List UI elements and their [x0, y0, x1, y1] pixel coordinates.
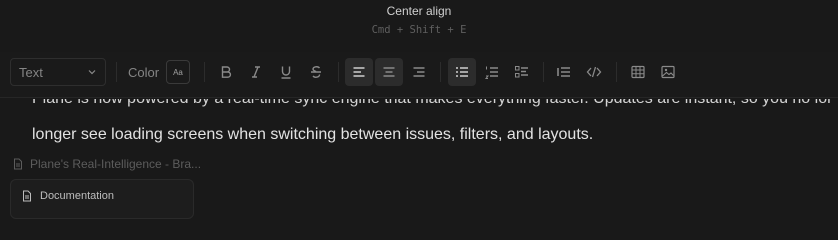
quote-icon	[557, 67, 570, 77]
color-swatch-glyph: Aa	[173, 67, 183, 77]
numbered-list-button[interactable]	[478, 58, 506, 86]
embed-link[interactable]: Plane's Real-Intelligence - Bra...	[12, 157, 201, 171]
align-center-button[interactable]	[375, 58, 403, 86]
chevron-down-icon	[88, 70, 96, 75]
todo-list-icon	[515, 66, 528, 78]
code-icon	[586, 66, 602, 78]
toolbar-divider	[543, 62, 544, 82]
editor-toolbar: Text Color Aa	[0, 52, 838, 98]
center-align-tooltip: Center align Cmd + Shift + E	[0, 0, 838, 48]
tooltip-shortcut: Cmd + Shift + E	[371, 24, 467, 36]
color-label: Color	[128, 65, 160, 80]
bulleted-list-icon	[456, 67, 468, 77]
underline-button[interactable]	[272, 58, 300, 86]
text-style-label: Text	[19, 64, 43, 80]
body-paragraph: longer see loading screens when switchin…	[32, 126, 594, 143]
document-icon	[23, 190, 31, 202]
table-icon	[631, 65, 645, 79]
underline-icon	[281, 66, 291, 79]
clipped-text: Plane is now powered by a real-time sync…	[32, 99, 832, 108]
todo-list-button[interactable]	[508, 58, 536, 86]
numbered-list-icon	[484, 66, 498, 79]
toolbar-divider	[338, 62, 339, 82]
toolbar-divider	[116, 62, 117, 82]
align-right-icon	[413, 67, 425, 77]
documentation-card[interactable]: Documentation	[10, 179, 194, 219]
documentation-label: Documentation	[40, 190, 114, 202]
clipped-text-line: Plane is now powered by a real-time sync…	[32, 99, 832, 109]
italic-icon	[252, 66, 260, 78]
table-button[interactable]	[624, 58, 652, 86]
toolbar-divider	[616, 62, 617, 82]
editor-root: Center align Cmd + Shift + E Text Color …	[0, 0, 838, 219]
toolbar-divider	[204, 62, 205, 82]
strikethrough-button[interactable]	[302, 58, 330, 86]
image-button[interactable]	[654, 58, 682, 86]
text-style-dropdown[interactable]: Text	[10, 58, 106, 86]
tooltip-title: Center align	[386, 4, 452, 18]
align-right-button[interactable]	[405, 58, 433, 86]
text-color-button[interactable]: Aa	[166, 60, 190, 84]
document-icon	[14, 158, 22, 170]
quote-button[interactable]	[550, 58, 578, 86]
code-button[interactable]	[580, 58, 608, 86]
align-center-icon	[383, 67, 395, 77]
bold-button[interactable]	[212, 58, 240, 86]
bulleted-list-button[interactable]	[448, 58, 476, 86]
italic-button[interactable]	[242, 58, 270, 86]
align-left-button[interactable]	[345, 58, 373, 86]
image-icon	[661, 65, 675, 79]
embed-title-text: Plane's Real-Intelligence - Bra...	[30, 157, 202, 171]
bold-icon	[221, 66, 232, 78]
align-left-icon	[353, 67, 365, 77]
strikethrough-icon	[311, 66, 321, 78]
toolbar-divider	[440, 62, 441, 82]
